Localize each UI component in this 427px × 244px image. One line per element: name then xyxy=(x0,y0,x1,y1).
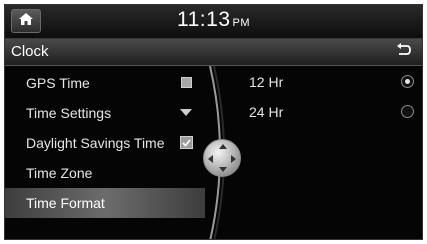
menu-item-time-zone[interactable]: Time Zone xyxy=(5,158,205,188)
back-button[interactable] xyxy=(390,42,416,62)
arrow-right-icon xyxy=(231,155,236,163)
title-bar: Clock xyxy=(5,39,422,66)
menu-item-label: GPS Time xyxy=(26,75,90,91)
joystick-knob[interactable] xyxy=(203,139,241,177)
option-label: 12 Hr xyxy=(249,74,284,90)
radio-24-hr[interactable] xyxy=(401,105,414,118)
clock-time: 11:13 xyxy=(177,8,231,31)
radio-12-hr[interactable] xyxy=(401,75,414,88)
menu-item-label: Daylight Savings Time xyxy=(26,135,165,151)
clock-settings-screen: 11:13 PM Clock GPS Time Time Settings Day… xyxy=(4,4,423,240)
arrow-up-icon xyxy=(219,144,227,149)
clock-menu: GPS Time Time Settings Daylight Savings … xyxy=(5,66,205,239)
option-label: 24 Hr xyxy=(249,104,284,120)
option-12-hr[interactable]: 12 Hr xyxy=(245,69,420,95)
option-24-hr[interactable]: 24 Hr xyxy=(245,99,420,125)
menu-item-time-settings[interactable]: Time Settings xyxy=(5,98,205,128)
menu-item-label: Time Format xyxy=(26,195,105,211)
clock-ampm: PM xyxy=(232,17,250,29)
menu-item-label: Time Settings xyxy=(26,105,112,121)
status-bar: 11:13 PM xyxy=(5,5,422,39)
menu-item-label: Time Zone xyxy=(26,165,93,181)
menu-item-daylight-savings[interactable]: Daylight Savings Time xyxy=(5,128,205,158)
clock-display: 11:13 PM xyxy=(5,8,422,32)
menu-item-time-format[interactable]: Time Format xyxy=(5,188,205,218)
menu-item-gps-time[interactable]: GPS Time xyxy=(5,68,205,98)
arrow-left-icon xyxy=(208,155,213,163)
back-arrow-icon xyxy=(395,42,411,62)
page-title: Clock xyxy=(11,43,49,60)
arrow-down-icon xyxy=(219,167,227,172)
